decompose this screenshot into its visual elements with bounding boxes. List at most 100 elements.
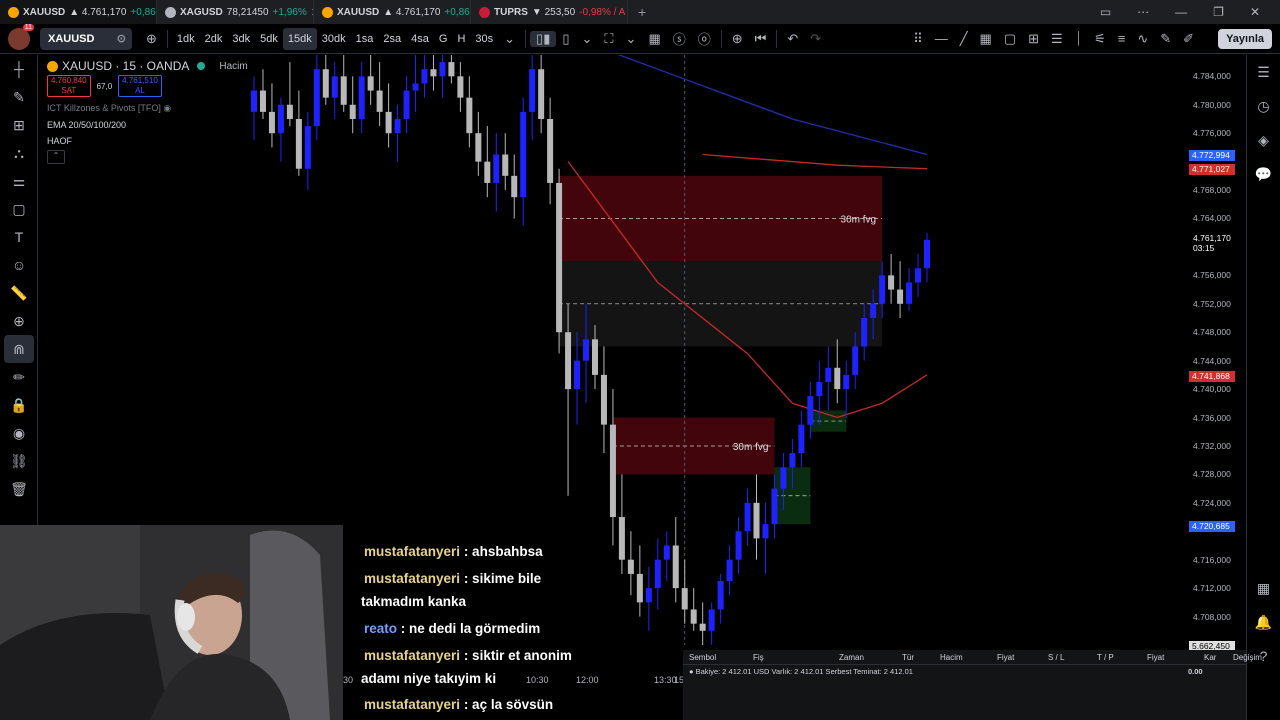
candle[interactable] xyxy=(906,268,913,311)
chat-icon[interactable]: 💬 xyxy=(1247,157,1280,191)
pen-icon[interactable]: ✎ xyxy=(1154,31,1177,47)
settings-lines-icon[interactable]: ⚟ xyxy=(1088,31,1112,47)
timeframe-button[interactable]: 15dk xyxy=(282,27,317,50)
candle[interactable] xyxy=(412,55,419,112)
panel-column-header[interactable]: Fiş xyxy=(753,653,764,662)
candle[interactable] xyxy=(843,360,850,418)
panel-column-header[interactable]: Değişim xyxy=(1233,653,1262,662)
new-tab-icon[interactable]: + xyxy=(628,4,656,20)
candle[interactable] xyxy=(439,55,446,98)
panel-column-header[interactable]: Fiyat xyxy=(1147,653,1164,662)
layout-icon[interactable]: ⊞ xyxy=(1022,31,1045,47)
candle[interactable] xyxy=(744,488,751,546)
screen-icon[interactable]: ▭ xyxy=(1100,5,1111,19)
panel-column-header[interactable]: Sembol xyxy=(689,653,716,662)
minimize-icon[interactable]: — xyxy=(1175,5,1187,19)
notifications-icon[interactable]: 🔔 xyxy=(1247,605,1280,639)
filters-icon[interactable]: ≡ xyxy=(1112,31,1132,47)
timeframe-button[interactable]: 3dk xyxy=(227,28,255,50)
candle[interactable] xyxy=(385,83,392,148)
chevron-down-icon[interactable]: ⌄ xyxy=(620,31,643,47)
grid-tool-icon[interactable]: ⊞ xyxy=(0,111,38,139)
layers-icon[interactable]: ◈ xyxy=(1247,123,1280,157)
candle[interactable] xyxy=(529,55,536,141)
chart-type-icon[interactable]: ▯ xyxy=(556,31,575,47)
browser-tab[interactable]: XAUUSD▲ 4.761,170+0,86%✕ xyxy=(0,0,157,24)
user-avatar[interactable]: 11 xyxy=(8,23,34,50)
candle[interactable] xyxy=(762,502,769,574)
browser-tab[interactable]: XAGUSD78,21450+1,96%✕ xyxy=(157,0,314,24)
candle[interactable] xyxy=(735,517,742,574)
drag-handle-icon[interactable]: ⠿ xyxy=(907,31,929,47)
candle[interactable] xyxy=(888,254,895,304)
redo-icon[interactable]: ↷ xyxy=(804,31,827,47)
candle[interactable] xyxy=(268,83,275,148)
candle[interactable] xyxy=(538,55,545,134)
panel-column-header[interactable]: Tür xyxy=(902,653,914,662)
panel-column-header[interactable]: Kar xyxy=(1204,653,1216,662)
candle[interactable] xyxy=(717,573,724,624)
candle[interactable] xyxy=(475,111,482,176)
timeframe-button[interactable]: 2sa xyxy=(378,28,406,50)
candle[interactable] xyxy=(726,545,733,596)
candle[interactable] xyxy=(511,154,518,219)
forecast-icon[interactable]: ⚌ xyxy=(0,167,38,195)
lock-icon[interactable]: 🔒 xyxy=(0,391,38,419)
candle[interactable] xyxy=(897,261,904,319)
buy-button[interactable]: 4.761,510 AL xyxy=(118,75,162,97)
timeframe-button[interactable]: 5dk xyxy=(255,28,283,50)
candle[interactable] xyxy=(502,133,509,191)
lock-drawing-icon[interactable]: ✏ xyxy=(0,363,38,391)
timeframe-button[interactable]: H xyxy=(452,28,470,50)
candle[interactable] xyxy=(367,55,374,105)
timeframe-button[interactable]: 30dk xyxy=(317,28,351,50)
candle[interactable] xyxy=(484,126,491,198)
panel-column-header[interactable]: Fiyat xyxy=(997,653,1014,662)
candle[interactable] xyxy=(358,62,365,134)
symbol-search[interactable]: XAUUSD ⊙ xyxy=(40,27,132,50)
candle[interactable] xyxy=(690,588,697,631)
candle[interactable] xyxy=(340,55,347,112)
candle[interactable] xyxy=(376,62,383,127)
eye-icon[interactable]: ◉ xyxy=(163,103,171,113)
candle[interactable] xyxy=(609,389,616,546)
candle[interactable] xyxy=(394,104,401,162)
indicator-ema[interactable]: EMA 20/50/100/200 xyxy=(47,120,248,130)
magnet-icon[interactable]: ⋒ xyxy=(4,335,34,363)
trash-icon[interactable]: 🗑 xyxy=(0,475,38,503)
pattern-icon[interactable]: ⛬ xyxy=(0,139,38,167)
candles-icon[interactable]: ▯▮ xyxy=(530,30,557,47)
alert-icon[interactable]: ⊕ xyxy=(726,31,749,47)
candle[interactable] xyxy=(556,168,563,354)
maximize-icon[interactable]: ❐ xyxy=(1213,5,1224,19)
timeframe-button[interactable]: G xyxy=(434,28,453,50)
zoom-in-icon[interactable]: ⊕ xyxy=(0,307,38,335)
candle[interactable] xyxy=(834,339,841,404)
browser-tab[interactable]: TUPRS▼ 253,50-0,98% / A✕ xyxy=(471,0,628,24)
candle[interactable] xyxy=(448,55,455,84)
emoji-icon[interactable]: ☺ xyxy=(0,251,38,279)
candle[interactable] xyxy=(798,410,805,468)
panel-column-header[interactable]: Zaman xyxy=(839,653,864,662)
candle[interactable] xyxy=(600,346,607,454)
candle[interactable] xyxy=(349,76,356,134)
candle[interactable] xyxy=(547,97,554,205)
candle[interactable] xyxy=(304,111,311,191)
crosshair-icon[interactable]: ┼ xyxy=(0,55,38,83)
ema-line[interactable] xyxy=(702,153,928,170)
undo-icon[interactable]: ↶ xyxy=(781,31,804,47)
candle[interactable] xyxy=(457,62,464,112)
trend-line-icon[interactable]: ✎ xyxy=(0,83,38,111)
templates-icon[interactable]: ▦ xyxy=(642,31,666,47)
price-axis[interactable]: 4.784,000 4.780,000 4.776,000 4.768,000 4.76… xyxy=(1187,55,1246,652)
chevron-down-icon[interactable]: ⌄ xyxy=(576,31,599,47)
panel-column-header[interactable]: T / P xyxy=(1097,653,1114,662)
indicators-icon[interactable]: ⛶ xyxy=(598,31,619,47)
browser-tab[interactable]: XAUUSD▲ 4.761,170+0,86%✕ xyxy=(314,0,471,24)
candle[interactable] xyxy=(295,90,302,176)
ema-line[interactable] xyxy=(254,55,928,156)
timeframe-button[interactable]: 2dk xyxy=(200,28,228,50)
rectangle-tool-icon[interactable]: ▢ xyxy=(0,195,38,223)
legend-title[interactable]: XAUUSD · 15 · OANDA xyxy=(62,59,189,73)
candle[interactable] xyxy=(924,232,930,283)
